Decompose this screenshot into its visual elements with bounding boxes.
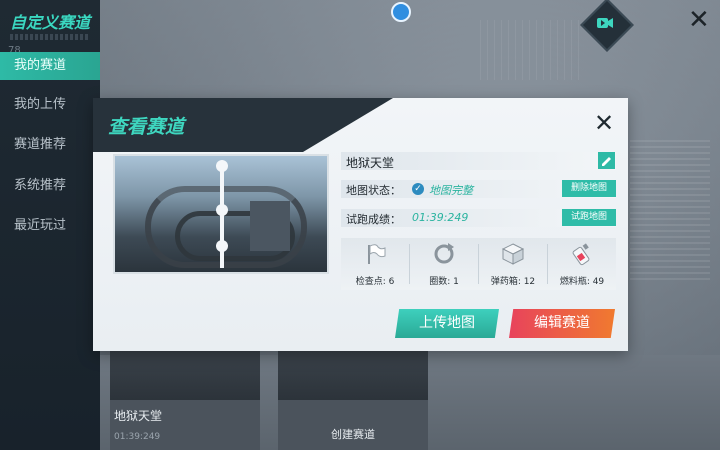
sidebar-item-recently-played[interactable]: 最近玩过 xyxy=(0,212,100,240)
ammo-box-icon xyxy=(501,243,525,265)
background-grid-top xyxy=(480,20,580,80)
trial-time-value: 01:39:249 xyxy=(412,211,469,224)
sidebar-item-track-recommend[interactable]: 赛道推荐 xyxy=(0,131,100,159)
loop-icon xyxy=(434,243,454,264)
track-card-label: 地狱天堂 xyxy=(114,409,163,423)
sidebar-item-my-uploads[interactable]: 我的上传 xyxy=(0,91,100,119)
stat-fuel: 燃料瓶: 49 xyxy=(548,238,616,290)
fuel-bottle-icon xyxy=(572,243,590,266)
track-card-time: 01:39:249 xyxy=(114,432,161,442)
sidebar-decor xyxy=(10,34,90,40)
stat-checkpoints: 检查点: 6 xyxy=(341,238,409,290)
upload-map-button[interactable]: 上传地图 xyxy=(395,309,499,338)
edit-track-button[interactable]: 编辑赛道 xyxy=(509,309,615,338)
modal-title: 查看赛道 xyxy=(108,116,185,138)
stat-label: 弹药箱: 12 xyxy=(490,277,536,287)
map-name: 地狱天堂 xyxy=(346,156,395,170)
edit-name-pencil-icon[interactable] xyxy=(598,152,615,169)
minimap-node xyxy=(216,160,228,172)
stat-label: 燃料瓶: 49 xyxy=(559,277,605,287)
video-camera-icon xyxy=(597,18,613,28)
delete-map-button[interactable]: 删除地图 xyxy=(562,180,616,197)
background-grid xyxy=(630,140,710,280)
try-map-button[interactable]: 试跑地图 xyxy=(562,209,616,226)
close-screen-icon[interactable]: ✕ xyxy=(688,7,712,33)
sidebar-item-system-recommend[interactable]: 系统推荐 xyxy=(0,172,100,200)
check-icon: ✓ xyxy=(412,183,424,195)
modal-close-icon[interactable]: ✕ xyxy=(592,111,616,136)
stat-laps: 圈数: 1 xyxy=(410,238,478,290)
track-card-thumbnail xyxy=(110,345,260,400)
trial-time-label: 试跑成绩： xyxy=(346,213,401,226)
notification-dot-icon[interactable] xyxy=(391,2,411,22)
sidebar-title: 自定义赛道 xyxy=(10,13,91,32)
minimap-node xyxy=(216,204,228,216)
track-card-hell-heaven[interactable]: 地狱天堂 01:39:249 xyxy=(110,345,260,450)
map-status-label: 地图状态： xyxy=(346,184,401,197)
map-status-value: 地图完整 xyxy=(429,184,473,197)
create-track-thumbnail xyxy=(278,345,428,400)
minimap-node xyxy=(216,240,228,252)
stat-label: 检查点: 6 xyxy=(355,277,395,287)
stat-ammo: 弹药箱: 12 xyxy=(479,238,547,290)
sidebar-item-my-tracks[interactable]: 我的赛道 xyxy=(0,52,100,80)
track-preview-image xyxy=(113,154,329,274)
stat-label: 圈数: 1 xyxy=(429,277,459,287)
create-track-label: 创建赛道 xyxy=(331,428,375,441)
flag-icon xyxy=(368,244,386,264)
create-track-card[interactable]: 创建赛道 xyxy=(278,345,428,450)
